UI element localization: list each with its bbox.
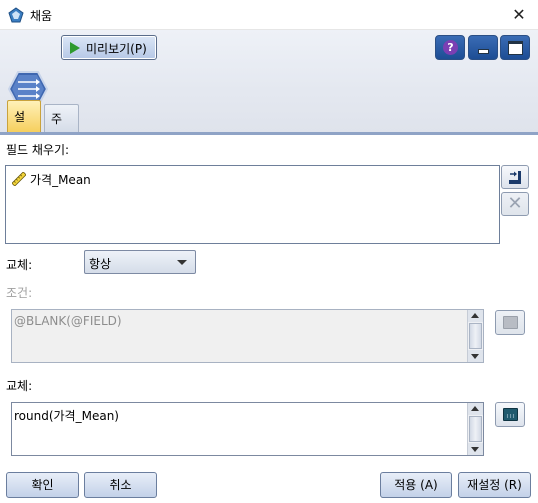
replace-expression-field[interactable]: round(가격_Mean) (11, 402, 484, 456)
window-title: 채움 (30, 9, 53, 23)
apply-button[interactable]: 적용 (A) (380, 472, 452, 498)
fill-fields-list[interactable]: 가격_Mean (5, 165, 500, 244)
field-picker-button[interactable] (501, 165, 529, 189)
list-item[interactable]: 가격_Mean (12, 171, 91, 187)
app-icon (8, 7, 24, 23)
replace-scrollbar[interactable] (467, 403, 483, 455)
reset-button[interactable]: 재설정 (R) (458, 472, 531, 498)
cancel-button[interactable]: 취소 (84, 472, 157, 498)
ok-button[interactable]: 확인 (6, 472, 79, 498)
scroll-thumb[interactable] (469, 323, 482, 349)
minimize-icon (478, 49, 489, 54)
condition-scrollbar[interactable] (467, 310, 483, 362)
calculator-icon (503, 408, 518, 421)
play-icon (70, 42, 80, 54)
tab-settings[interactable]: 설정 (7, 100, 41, 156)
scroll-up-icon[interactable] (468, 403, 483, 415)
condition-expression-field[interactable]: @BLANK(@FIELD) (11, 309, 484, 363)
condition-expression-text: @BLANK(@FIELD) (14, 314, 122, 328)
condition-expression-builder-button[interactable] (495, 310, 525, 335)
help-icon: ? (443, 40, 458, 55)
delete-icon: ✕ (507, 193, 523, 214)
calculator-icon (503, 316, 518, 329)
preview-button-label: 미리보기(P) (86, 42, 147, 56)
fill-fields-label: 필드 채우기: (6, 143, 70, 157)
scroll-down-icon[interactable] (468, 350, 483, 362)
scroll-thumb[interactable] (469, 416, 482, 442)
remove-field-button[interactable]: ✕ (501, 192, 529, 216)
chevron-down-icon (177, 260, 187, 265)
replace-mode-label: 교체: (6, 258, 33, 272)
replace-expression-builder-button[interactable] (495, 402, 525, 427)
continuous-field-icon (12, 172, 26, 186)
help-button[interactable]: ? (435, 35, 465, 60)
replace-with-label: 교체: (6, 379, 33, 393)
replace-expression-text: round(가격_Mean) (14, 409, 119, 423)
tab-annotation[interactable]: 주석 (44, 104, 79, 154)
replace-mode-value: 항상 (89, 257, 112, 271)
field-name: 가격_Mean (30, 172, 91, 187)
condition-label: 조건: (6, 286, 33, 300)
maximize-button[interactable] (500, 35, 530, 60)
scroll-down-icon[interactable] (468, 443, 483, 455)
field-picker-icon (509, 171, 521, 184)
title-bar: 채움 ✕ (0, 0, 538, 30)
scroll-up-icon[interactable] (468, 310, 483, 322)
replace-mode-select[interactable]: 항상 (84, 250, 196, 274)
preview-button[interactable]: 미리보기(P) (61, 35, 157, 60)
minimize-button[interactable] (468, 35, 498, 60)
close-icon[interactable]: ✕ (508, 4, 530, 26)
maximize-icon (508, 41, 523, 55)
